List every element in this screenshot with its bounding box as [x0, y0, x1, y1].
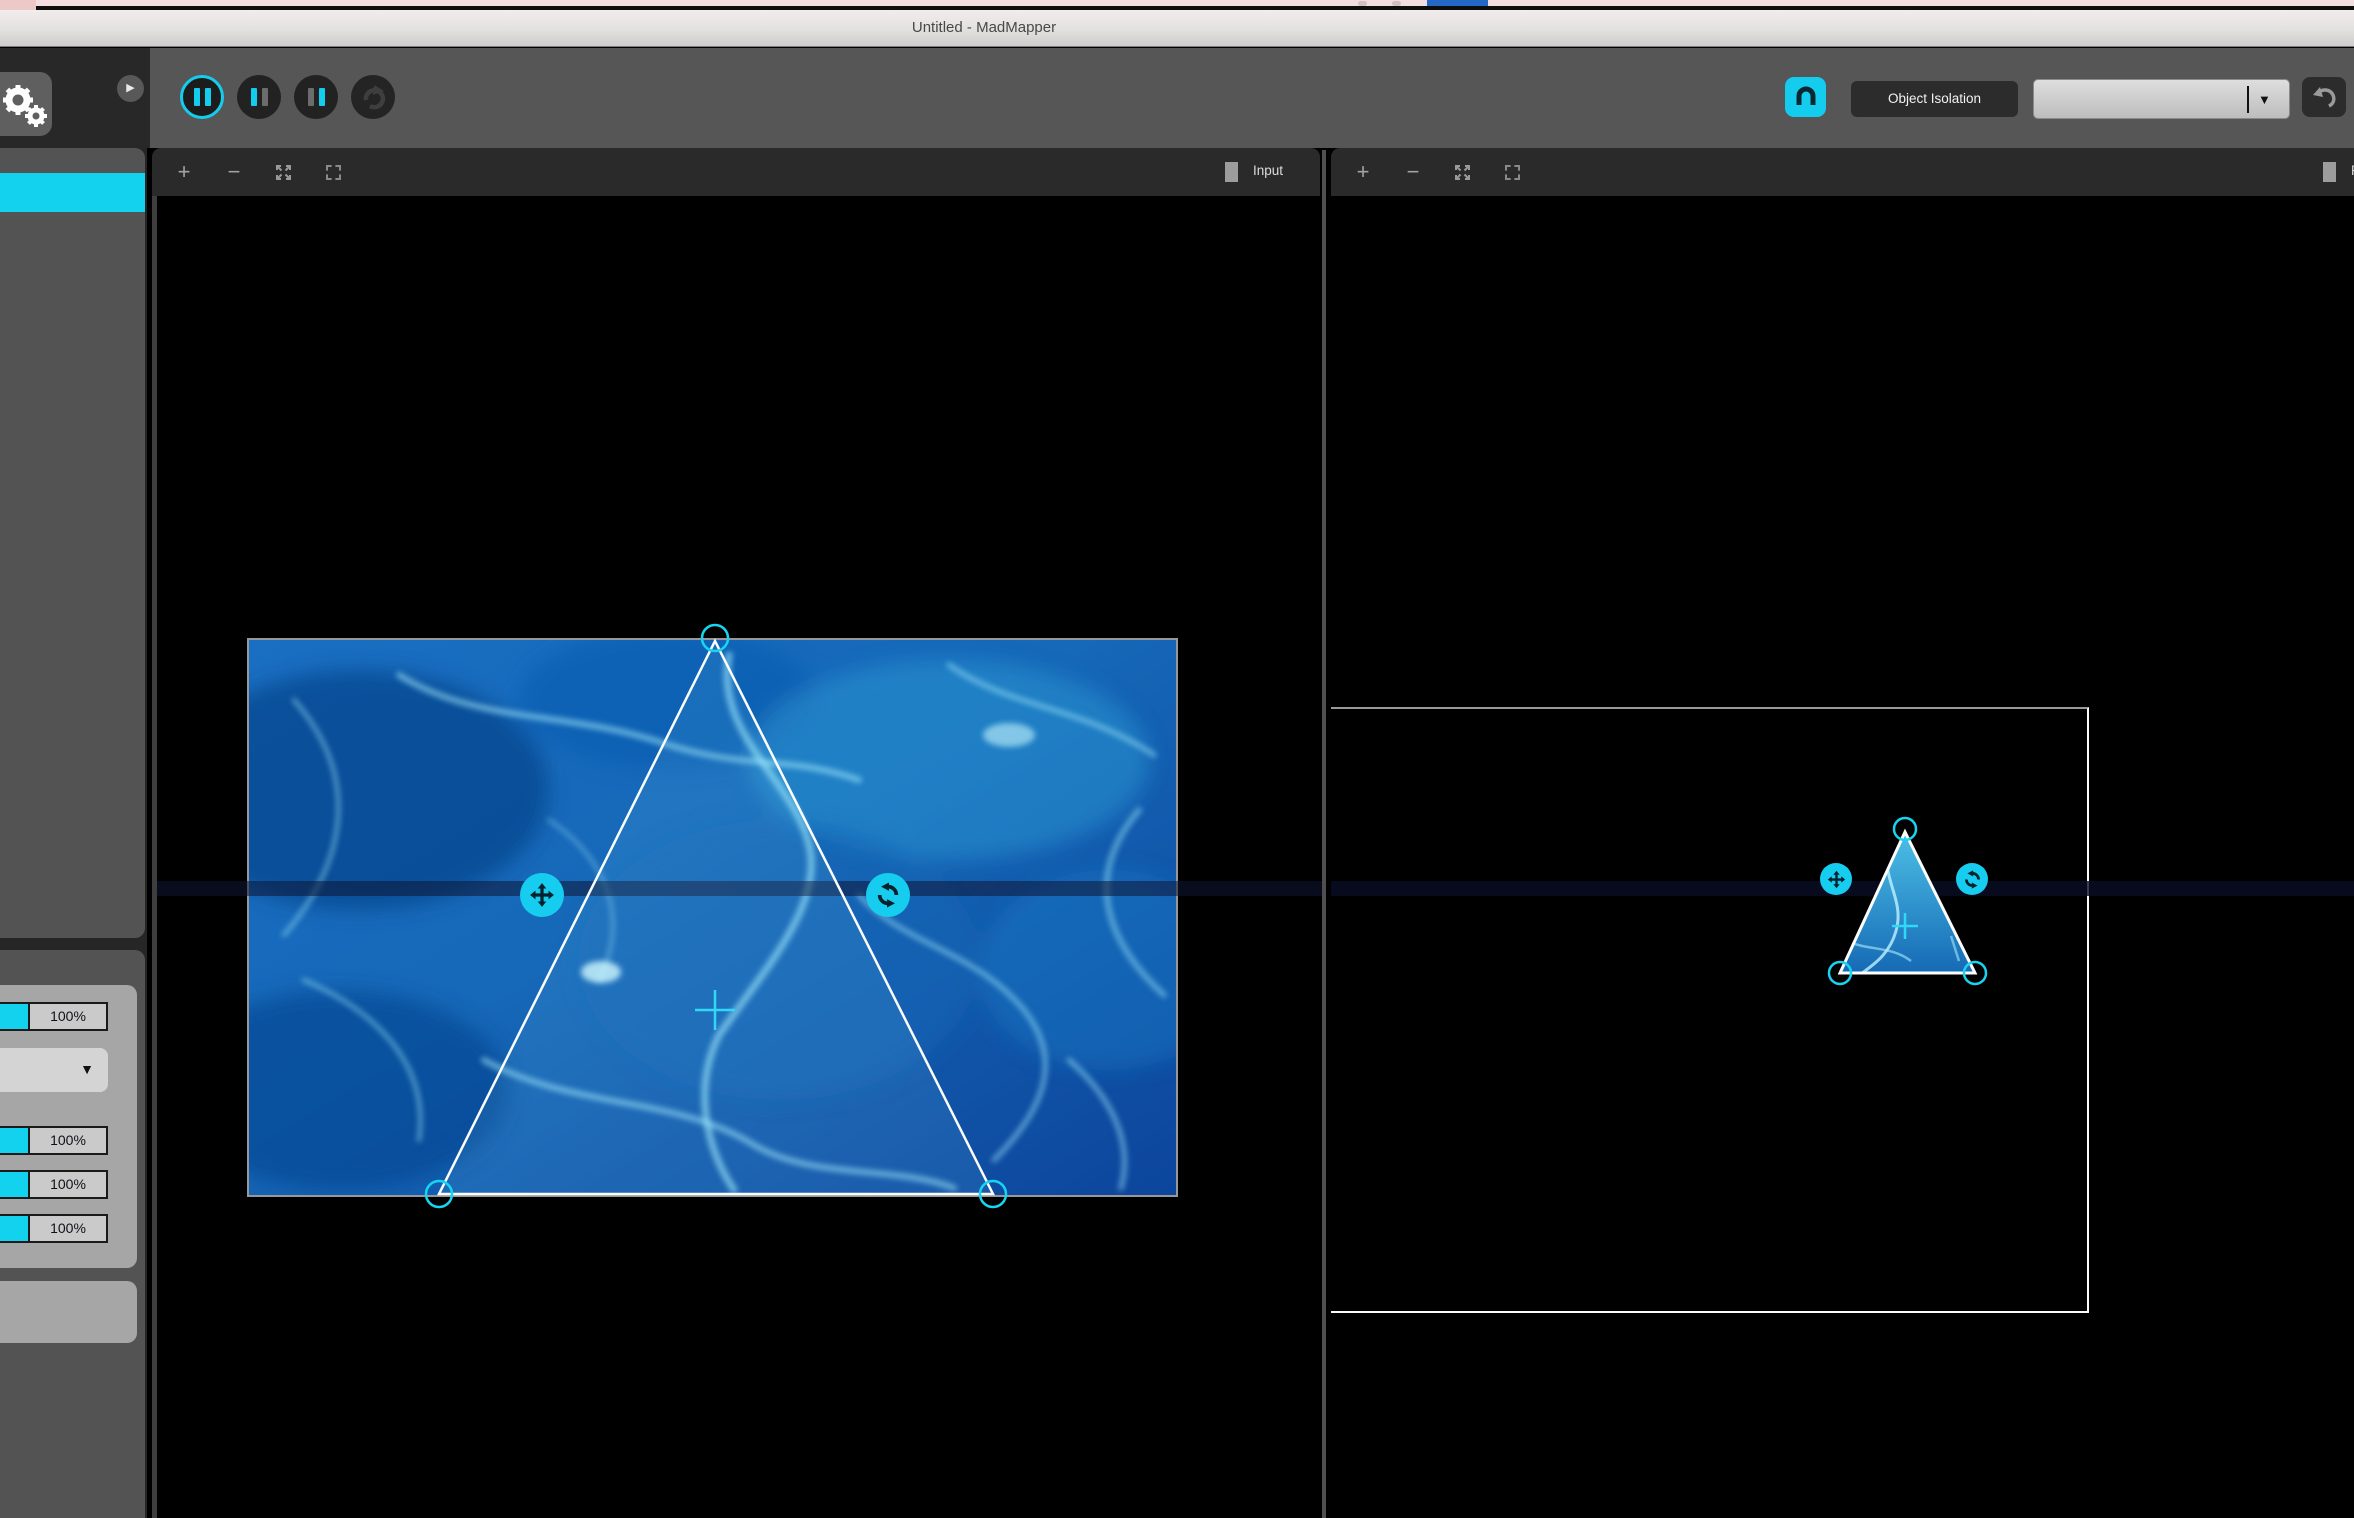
triangle-surface-preview[interactable] — [1836, 826, 1981, 976]
selected-media-row[interactable] — [0, 173, 145, 212]
pause-input-button[interactable] — [237, 75, 281, 119]
play-button[interactable]: ▶ — [117, 75, 144, 102]
undo-arrow-icon — [2310, 84, 2338, 110]
object-isolation-button[interactable]: Object Isolation — [1851, 81, 2018, 117]
selection-frame-icon[interactable] — [320, 148, 346, 196]
opacity-value[interactable]: 100% — [28, 1002, 108, 1031]
pause-icon — [308, 88, 314, 106]
preset-combo-input[interactable] — [2040, 84, 2240, 114]
undo-button[interactable] — [2302, 77, 2346, 117]
zoom-out-icon[interactable]: − — [1401, 148, 1425, 196]
redo-button[interactable] — [351, 75, 395, 119]
snap-toggle-button[interactable] — [1785, 77, 1826, 117]
chevron-down-icon: ▼ — [80, 1061, 94, 1077]
empty-card — [0, 1281, 137, 1343]
pause-icon — [194, 88, 200, 106]
toolbar-left-section: ▶ — [0, 48, 150, 148]
titlebar[interactable]: Untitled - MadMapper — [0, 10, 2354, 47]
color-slider-row: 100% — [0, 1126, 120, 1155]
blend-mode-dropdown[interactable]: ▼ — [0, 1048, 108, 1092]
settings-gears-icon — [0, 72, 52, 136]
preview-surface-overlay — [1331, 196, 2354, 1518]
triangle-surface[interactable] — [439, 641, 993, 1194]
move-icon — [1827, 870, 1846, 889]
zoom-in-icon[interactable]: + — [172, 148, 196, 196]
blue-slider[interactable] — [0, 1214, 28, 1243]
input-panel-header: + − Input — [152, 148, 1320, 196]
object-isolation-label: Object Isolation — [1888, 91, 1981, 106]
left-sidebar: 100% ▼ 100% 100% 100% — [0, 148, 147, 1518]
preview-canvas[interactable] — [1331, 196, 2354, 1518]
selection-frame-icon[interactable] — [1499, 148, 1525, 196]
panel-divider[interactable] — [1322, 150, 1326, 1518]
pause-icon — [251, 88, 257, 106]
preset-combobox[interactable]: ▼ — [2033, 79, 2290, 119]
red-slider[interactable] — [0, 1126, 28, 1155]
opacity-slider[interactable] — [0, 1002, 28, 1031]
rotate-icon — [1963, 870, 1982, 889]
color-slider-row: 100% — [0, 1170, 120, 1199]
blue-value[interactable]: 100% — [28, 1214, 108, 1243]
rotate-handle[interactable] — [1956, 863, 1988, 895]
opacity-card: 100% ▼ — [0, 985, 137, 1133]
chevron-down-icon[interactable]: ▼ — [2258, 92, 2271, 107]
window-title: Untitled - MadMapper — [912, 19, 1056, 36]
green-value[interactable]: 100% — [28, 1170, 108, 1199]
opacity-slider-row: 100% — [0, 1002, 120, 1031]
move-handle[interactable] — [1820, 863, 1852, 895]
main-toolbar: ▶ Object Isolation — [0, 48, 2354, 148]
pause-output-button[interactable] — [294, 75, 338, 119]
rotate-handle[interactable] — [866, 873, 910, 917]
snap-magnet-icon — [1793, 84, 1819, 110]
fit-view-icon[interactable] — [270, 148, 296, 196]
surface-swatch — [1225, 162, 1238, 182]
zoom-out-icon[interactable]: − — [222, 148, 246, 196]
input-canvas[interactable] — [152, 196, 1322, 1518]
fit-view-icon[interactable] — [1449, 148, 1475, 196]
surface-selection-overlay — [157, 196, 1322, 1518]
media-list-panel[interactable] — [0, 148, 145, 938]
madmapper-window: Untitled - MadMapper — [0, 0, 2354, 1518]
move-handle[interactable] — [520, 873, 564, 917]
play-icon: ▶ — [126, 82, 134, 94]
text-cursor — [2247, 86, 2249, 113]
settings-button[interactable] — [0, 72, 52, 136]
preview-panel-header: + − Pre — [1331, 148, 2354, 196]
zoom-in-icon[interactable]: + — [1351, 148, 1375, 196]
green-slider[interactable] — [0, 1170, 28, 1199]
rotate-icon — [875, 882, 901, 908]
strip-notch — [0, 0, 36, 10]
red-value[interactable]: 100% — [28, 1126, 108, 1155]
surface-swatch — [2323, 162, 2336, 182]
pause-all-button[interactable] — [180, 75, 224, 119]
move-icon — [529, 882, 555, 908]
input-panel-label: Input — [1253, 163, 1283, 178]
redo-arrow-icon — [358, 82, 388, 112]
properties-panel: 100% ▼ 100% 100% 100% — [0, 950, 145, 1518]
color-card: 100% 100% 100% — [0, 1112, 137, 1268]
color-slider-row: 100% — [0, 1214, 120, 1243]
